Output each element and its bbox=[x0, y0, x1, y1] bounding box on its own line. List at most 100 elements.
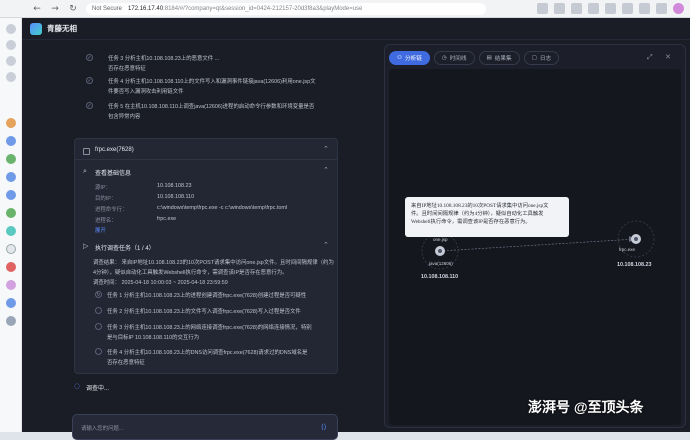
process-card-title: frpc.exe(7628) bbox=[95, 147, 134, 153]
app-icon[interactable] bbox=[6, 298, 16, 308]
url-host: 172.16.17.40 bbox=[128, 6, 164, 12]
app-logo bbox=[30, 22, 42, 35]
tooltip-line: 来自IP地址10.108.108.23的10次POST请求集中访问one.jsp… bbox=[411, 203, 549, 209]
task-item: 任务 4 分析主机10.108.108.110上的文件写入和漏洞事件链接java… bbox=[108, 79, 316, 85]
task-status-icon bbox=[95, 348, 102, 355]
node-ip: 10.108.108.110 bbox=[421, 274, 459, 280]
question-input[interactable]: 请输入您的问题... ⟨⟩ bbox=[72, 414, 338, 440]
task-status-icon bbox=[95, 323, 102, 330]
tab-label: 日志 bbox=[539, 56, 552, 62]
summary-line: 调查结果： 来自IP地址10.108.108.23的10次POST请求集中访问o… bbox=[93, 260, 334, 266]
node-java-core bbox=[438, 249, 442, 253]
tab-timeline[interactable]: ◷ 时间线 bbox=[433, 51, 475, 65]
basic-info-title: 查看基础信息 bbox=[95, 171, 132, 177]
log-icon: ▢ bbox=[531, 55, 537, 61]
app-icon[interactable] bbox=[6, 56, 16, 66]
expand-icon[interactable]: ⤢ bbox=[647, 53, 653, 62]
app-icon[interactable] bbox=[6, 262, 16, 272]
app-icon[interactable] bbox=[6, 172, 16, 182]
tab-results[interactable]: ▤ 结果集 bbox=[478, 51, 520, 65]
node-name: frpc.exe bbox=[619, 247, 636, 252]
tab-logs[interactable]: ▢ 日志 bbox=[523, 51, 560, 65]
task-status-icon: ✓ bbox=[86, 77, 93, 84]
extension-icon[interactable] bbox=[554, 3, 565, 14]
task-item: 任务 2 分析主机10.108.108.23上的文件写入调查frpc.exe(7… bbox=[107, 309, 301, 315]
summary-line: 调查时间： 2025-04-18 10:00:03 ~ 2025-04-18 2… bbox=[93, 280, 228, 286]
process-icon bbox=[83, 148, 90, 155]
graph-canvas bbox=[421, 220, 655, 270]
card-divider bbox=[75, 159, 337, 160]
info-value: 10.108.108.110 bbox=[157, 194, 195, 200]
browser-sidebar bbox=[0, 18, 22, 432]
collapse-icon[interactable]: ⌃ bbox=[323, 166, 329, 174]
question-input-placeholder: 请输入您的问题... bbox=[81, 426, 124, 432]
app-icon[interactable] bbox=[6, 244, 16, 254]
task-item: 任务 1 分析主机10.108.108.23上的进程创建调查frpc.exe(7… bbox=[107, 293, 307, 299]
play-icon: ▷ bbox=[83, 242, 89, 250]
extension-icon[interactable] bbox=[656, 3, 667, 14]
task-status-icon: ✓ bbox=[86, 54, 93, 61]
reload-icon[interactable]: ↻ bbox=[66, 2, 80, 16]
watermark: 澎湃号 @至顶头条 bbox=[528, 399, 644, 415]
clock-icon: ◷ bbox=[441, 55, 447, 61]
extension-icon[interactable] bbox=[571, 3, 582, 14]
tooltip-line: Webshell执行命令，需调查该IP是否存在恶意行为。 bbox=[411, 219, 531, 226]
process-card: frpc.exe(7628) ⌃ ⌕ 查看基础信息 ⌃ 源IP： 10.108.… bbox=[74, 138, 338, 374]
app-header: 青藤无相 bbox=[22, 18, 690, 40]
tab-label: 结果集 bbox=[494, 56, 512, 62]
node-ip: 10.108.108.23 bbox=[617, 262, 652, 268]
extension-icon[interactable] bbox=[622, 3, 633, 14]
app-icon[interactable] bbox=[6, 316, 16, 326]
app-icon[interactable] bbox=[6, 40, 16, 50]
task-item-cont: 件要否写入漏洞攻击利用链文件 bbox=[108, 89, 184, 95]
address-bar[interactable]: Not Secure 172.16.17.40 :8184/#/?company… bbox=[86, 3, 486, 15]
close-icon[interactable]: ✕ bbox=[665, 53, 671, 61]
task-status-icon: ↻ bbox=[95, 291, 102, 298]
status-text: 调查中... bbox=[86, 386, 110, 392]
info-label: 进程命令行： bbox=[95, 207, 128, 213]
profile-icon[interactable] bbox=[673, 3, 684, 14]
app-name: 青藤无相 bbox=[47, 24, 77, 33]
investigation-title: 执行调查任务（1 / 4） bbox=[95, 246, 155, 252]
loading-icon: ◌ bbox=[74, 382, 81, 390]
task-item-cont: 否存在恶意特征 bbox=[107, 360, 145, 366]
tooltip-line: 件。且时间间隔规律（约为4分钟），疑似自动化工具触发 bbox=[411, 211, 544, 218]
app-icon[interactable] bbox=[6, 280, 16, 290]
task-item-cont: 是与目标IP 10.108.108.110的交互行为 bbox=[107, 335, 200, 341]
extension-icon[interactable] bbox=[537, 3, 548, 14]
forward-icon[interactable]: → bbox=[48, 2, 62, 16]
app-icon[interactable] bbox=[6, 154, 16, 164]
extension-icon[interactable] bbox=[639, 3, 650, 14]
info-value: 10.108.108.23 bbox=[157, 183, 192, 189]
tab-analysis-chain[interactable]: ⚇ 分析链 bbox=[389, 51, 430, 65]
table-icon: ▤ bbox=[486, 55, 492, 61]
send-icon[interactable]: ⟨⟩ bbox=[321, 423, 326, 431]
info-label: 源IP： bbox=[95, 185, 111, 191]
task-item-cont: 否存在恶意特征 bbox=[108, 66, 146, 72]
not-secure-label: Not Secure bbox=[92, 6, 123, 12]
app-icon[interactable] bbox=[6, 226, 16, 236]
collapse-icon[interactable]: ⌃ bbox=[323, 145, 329, 153]
expand-link[interactable]: 展开 bbox=[95, 226, 106, 234]
app-icon[interactable] bbox=[6, 24, 16, 34]
app-icon[interactable] bbox=[6, 208, 16, 218]
url-path: :8184/#/?company=qt&session_id=0424-2121… bbox=[163, 6, 363, 12]
task-item: 任务 3 分析主机10.108.108.23上的网络连接调查frpc.exe(7… bbox=[107, 325, 312, 331]
collapse-icon[interactable]: ⌃ bbox=[323, 241, 329, 249]
analysis-graph[interactable]: 来自IP地址10.108.108.23的10次POST请求集中访问one.jsp… bbox=[389, 69, 681, 425]
extension-icon[interactable] bbox=[588, 3, 599, 14]
node-badge: one.jsp bbox=[433, 237, 448, 242]
app-icon[interactable] bbox=[6, 190, 16, 200]
extension-icon[interactable] bbox=[605, 3, 616, 14]
tab-label: 分析链 bbox=[405, 56, 422, 62]
graph-edge bbox=[439, 238, 637, 252]
tab-label: 时间线 bbox=[449, 56, 467, 62]
app-icon[interactable] bbox=[6, 72, 16, 82]
task-status-icon: ✓ bbox=[86, 102, 93, 109]
back-icon[interactable]: ← bbox=[30, 2, 44, 16]
app-icon[interactable] bbox=[6, 136, 16, 146]
node-frpc-core bbox=[634, 237, 638, 241]
task-item: 任务 3 分析主机10.108.108.23上的恶意文件 ... bbox=[108, 56, 220, 62]
app-icon[interactable] bbox=[6, 118, 16, 128]
info-label: 目的IP： bbox=[95, 196, 117, 202]
